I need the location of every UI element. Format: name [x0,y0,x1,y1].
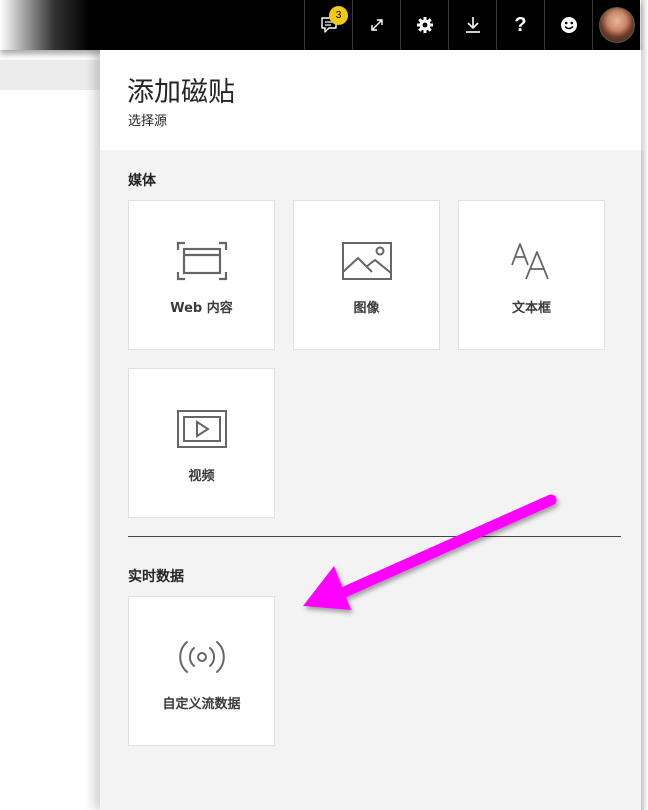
download-button[interactable] [448,0,496,50]
background-canvas [0,50,100,810]
expand-icon [369,17,385,33]
tile-custom-streaming-data[interactable]: 自定义流数据 [128,596,275,746]
expand-button[interactable] [352,0,400,50]
notification-badge: 3 [329,6,348,25]
streaming-data-icon [129,635,274,679]
video-icon [129,407,274,451]
panel-header: 添加磁贴 选择源 [100,50,644,150]
background-band [0,60,100,90]
toolbar-fade [0,0,90,50]
avatar [598,7,635,43]
notifications-button[interactable]: 3 [304,0,352,50]
download-icon [465,16,481,34]
add-tile-panel: 添加磁贴 选择源 媒体 Web 内容 图像 文本框 视频 实时数据 自定义流数据 [100,50,644,810]
help-icon: ? [514,13,527,36]
top-toolbar: 3 ? [0,0,640,50]
text-box-icon [459,239,604,283]
tile-label: 图像 [353,301,380,316]
panel-title: 添加磁贴 [127,77,235,108]
image-icon [294,239,439,283]
section-label-media: 媒体 [128,173,156,189]
settings-button[interactable] [400,0,448,50]
tile-web-content[interactable]: Web 内容 [128,200,275,350]
tile-video[interactable]: 视频 [128,368,275,518]
section-divider [128,536,621,537]
tile-label: 文本框 [511,301,551,316]
tile-label: 视频 [188,469,215,484]
tile-image[interactable]: 图像 [293,200,440,350]
feedback-button[interactable] [544,0,592,50]
account-button[interactable] [592,0,640,50]
section-label-realtime: 实时数据 [128,569,184,585]
smiley-icon [560,16,578,34]
panel-subtitle: 选择源 [128,114,168,129]
screen: 3 ? 添加磁贴 选择源 媒体 Web 内容 图像 文本框 视频 实时数据 自定… [0,0,648,810]
gear-icon [416,16,434,34]
tile-label: Web 内容 [170,301,233,316]
web-content-icon [129,239,274,283]
help-button[interactable]: ? [496,0,544,50]
panel-edge-shadow [641,0,648,810]
tile-text-box[interactable]: 文本框 [458,200,605,350]
tile-label: 自定义流数据 [162,697,241,712]
